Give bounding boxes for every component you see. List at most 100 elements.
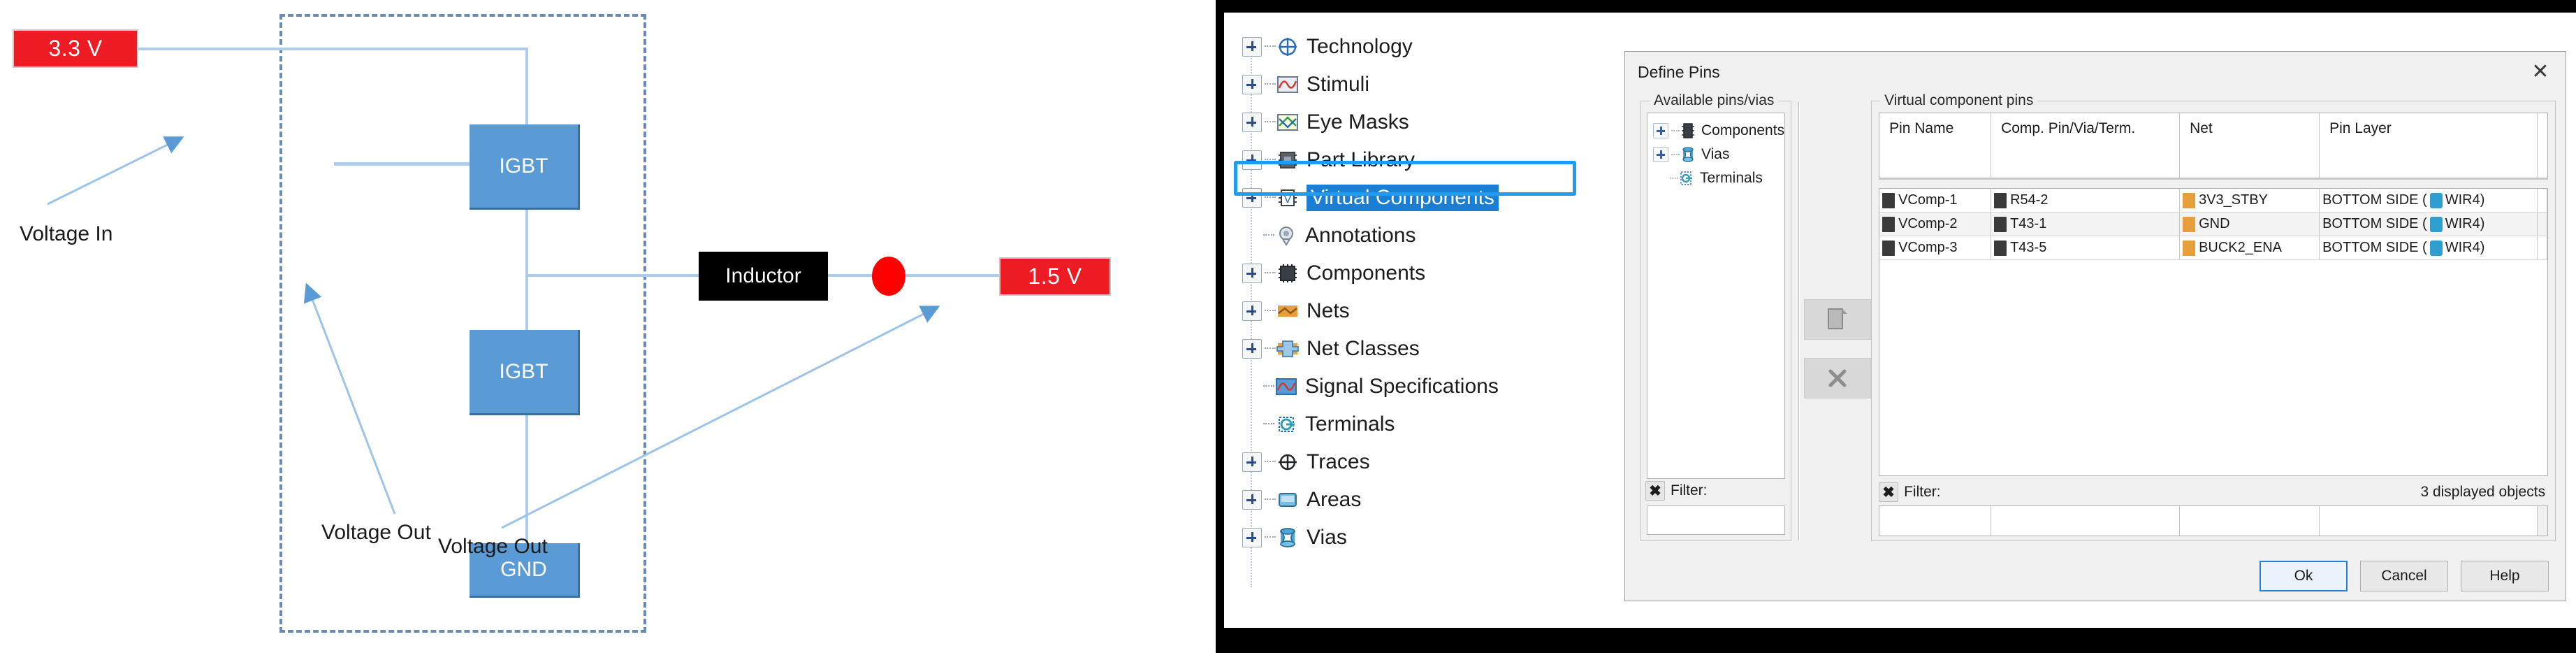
- column-header-net[interactable]: Net: [2180, 113, 2320, 178]
- pin-icon: [1994, 192, 2007, 208]
- eye-masks-icon: [1276, 110, 1300, 134]
- tree-item-terminals[interactable]: Terminals: [1237, 406, 1572, 443]
- output-voltage-box: 1.5 V: [999, 257, 1111, 296]
- stimuli-icon: [1276, 73, 1300, 96]
- filter-input-comp-pin-via-term[interactable]: [1991, 506, 2181, 536]
- tree-item-areas[interactable]: Areas: [1237, 481, 1572, 519]
- available-tree-item-components[interactable]: Components: [1653, 119, 1784, 143]
- cell-pin-layer[interactable]: BOTTOM SIDE (WIR4): [2320, 236, 2538, 260]
- tree-item-virtual-components[interactable]: V Virtual Components: [1237, 179, 1572, 217]
- expand-icon[interactable]: [1242, 528, 1262, 547]
- table-row[interactable]: VComp-1 R54-2 3V3_STBY BOTTOM SIDE ( WIR4): [1879, 189, 2548, 213]
- dialog-footer: Ok Cancel Help: [1625, 552, 2566, 601]
- available-filter-bar[interactable]: ✖ Filter:: [1641, 479, 1791, 503]
- pins-table-body[interactable]: VComp-1 R54-2 3V3_STBY BOTTOM SIDE (WIR4) VC…: [1879, 188, 2549, 476]
- virtual-component-pins-group: Virtual component pins Pin Name Comp. Pin…: [1871, 92, 2556, 541]
- project-tree[interactable]: Technology Stimuli Eye Masks Part Library V V…: [1237, 28, 1572, 615]
- tree-item-net-classes[interactable]: Net Classes: [1237, 330, 1572, 368]
- tree-item-nets[interactable]: Nets: [1237, 292, 1572, 330]
- remove-pin-button[interactable]: [1804, 358, 1872, 399]
- cancel-button[interactable]: Cancel: [2360, 561, 2448, 591]
- expand-icon[interactable]: [1242, 490, 1262, 510]
- tree-item-vias[interactable]: Vias: [1237, 519, 1572, 557]
- cell-net[interactable]: GND: [2180, 213, 2320, 236]
- svg-text:V: V: [1283, 192, 1292, 206]
- cell-net[interactable]: BUCK2_ENA: [2180, 236, 2320, 260]
- pin-icon: [1882, 216, 1895, 232]
- inductor-block: Inductor: [699, 252, 828, 301]
- cell-comp-pin[interactable]: T43-1: [1991, 213, 2181, 236]
- tree-item-traces[interactable]: Traces: [1237, 443, 1572, 481]
- tree-connector: [1265, 196, 1276, 199]
- tree-connector: [1265, 310, 1276, 313]
- available-tree-item-terminals[interactable]: Terminals: [1653, 166, 1784, 190]
- filter-input-pin-layer[interactable]: [2320, 506, 2538, 536]
- tree-item-technology[interactable]: Technology: [1237, 28, 1572, 66]
- expand-icon[interactable]: [1653, 147, 1668, 162]
- tree-item-stimuli[interactable]: Stimuli: [1237, 66, 1572, 103]
- clear-table-filter-icon[interactable]: ✖: [1879, 482, 1899, 502]
- expand-icon[interactable]: [1242, 188, 1262, 208]
- cell-spacer: [2538, 236, 2548, 260]
- cell-pin-name-text: VComp-2: [1898, 216, 1958, 231]
- available-filter-input[interactable]: [1647, 505, 1786, 535]
- cell-net[interactable]: 3V3_STBY: [2180, 189, 2320, 213]
- cell-comp-pin[interactable]: R54-2: [1991, 189, 2181, 213]
- tree-item-components[interactable]: Components: [1237, 254, 1572, 292]
- cell-pin-layer[interactable]: BOTTOM SIDE (WIR4): [2320, 213, 2538, 236]
- available-filter-label: Filter:: [1671, 482, 1708, 498]
- via-icon: [2429, 216, 2443, 232]
- cell-pin-layer[interactable]: BOTTOM SIDE ( WIR4): [2320, 189, 2538, 213]
- pane-splitter[interactable]: [1798, 102, 1800, 540]
- expand-icon[interactable]: [1242, 75, 1262, 94]
- column-header-comp-pin-via-term[interactable]: Comp. Pin/Via/Term.: [1991, 113, 2181, 178]
- cell-comp-pin[interactable]: T43-5: [1991, 236, 2181, 260]
- expand-icon[interactable]: [1242, 301, 1262, 321]
- technology-icon: [1276, 35, 1300, 59]
- column-header-pin-layer[interactable]: Pin Layer: [2320, 113, 2538, 178]
- table-filter-inputs[interactable]: [1879, 505, 2549, 536]
- available-tree-item-vias[interactable]: Vias: [1653, 143, 1784, 166]
- table-row[interactable]: VComp-2 T43-1 GND BOTTOM SIDE (WIR4): [1879, 213, 2548, 236]
- cell-pin-name-text: VComp-3: [1898, 240, 1958, 255]
- expand-icon[interactable]: [1242, 264, 1262, 283]
- clear-filter-icon[interactable]: ✖: [1645, 481, 1665, 501]
- pin-icon: [1882, 240, 1895, 256]
- add-pin-button[interactable]: [1804, 299, 1872, 340]
- cell-pin-name[interactable]: VComp-2: [1879, 213, 1992, 236]
- expand-icon[interactable]: [1242, 150, 1262, 170]
- cell-pin-name[interactable]: VComp-3: [1879, 236, 1992, 260]
- expand-icon[interactable]: [1242, 37, 1262, 57]
- expand-icon[interactable]: [1242, 339, 1262, 359]
- tree-item-eye-masks[interactable]: Eye Masks: [1237, 103, 1572, 141]
- cell-pin-layer-text: BOTTOM SIDE (: [2322, 192, 2427, 208]
- expand-icon[interactable]: [1653, 123, 1668, 138]
- help-button[interactable]: Help: [2461, 561, 2549, 591]
- available-pins-tree[interactable]: Components Vias Terminals: [1647, 113, 1786, 479]
- tree-connector: [1671, 130, 1680, 131]
- filter-input-pin-name[interactable]: [1879, 506, 1992, 536]
- tree-item-signal-specifications[interactable]: Signal Specifications: [1237, 368, 1572, 406]
- tree-item-part-library[interactable]: Part Library: [1237, 141, 1572, 179]
- cell-comp-pin-text: T43-1: [2010, 216, 2047, 231]
- filter-input-net[interactable]: [2180, 506, 2320, 536]
- igbt-low-side-block: IGBT: [470, 330, 580, 415]
- column-header-pin-name[interactable]: Pin Name: [1879, 113, 1992, 178]
- cell-pin-name[interactable]: VComp-1: [1879, 189, 1992, 213]
- tree-item-annotations[interactable]: Annotations: [1237, 217, 1572, 254]
- dialog-body: Available pins/vias Components Vias Termin…: [1632, 92, 2560, 554]
- cell-pin-layer-tail: WIR4): [2445, 240, 2485, 255]
- cell-pin-layer-tail: WIR4): [2445, 192, 2485, 208]
- expand-icon[interactable]: [1242, 113, 1262, 132]
- pin-icon: [1994, 216, 2007, 232]
- cell-pin-name-text: VComp-1: [1898, 192, 1958, 208]
- cell-pin-layer-text: BOTTOM SIDE (: [2322, 216, 2427, 231]
- ok-button[interactable]: Ok: [2260, 561, 2348, 591]
- table-row[interactable]: VComp-3 T43-5 BUCK2_ENA BOTTOM SIDE (WIR4): [1879, 236, 2548, 260]
- vias-icon: [1276, 526, 1300, 550]
- define-pins-dialog[interactable]: Define Pins ✕ Available pins/vias Compon…: [1624, 51, 2566, 601]
- virtual-component-pins-group-title: Virtual component pins: [1880, 92, 2038, 109]
- close-icon[interactable]: ✕: [2525, 58, 2556, 86]
- expand-icon[interactable]: [1242, 452, 1262, 472]
- displayed-objects-count: 3 displayed objects: [2420, 484, 2546, 500]
